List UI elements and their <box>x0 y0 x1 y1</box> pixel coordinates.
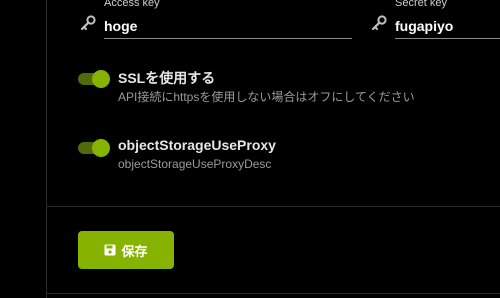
object-storage-settings-page: Access key Secret key SSLを使用する API接続にhtt… <box>0 0 500 298</box>
bottom-divider <box>47 293 500 294</box>
access-key-label: Access key <box>104 0 160 9</box>
panel-border <box>46 0 47 298</box>
section-divider <box>47 206 500 207</box>
toggle-knob <box>92 139 110 157</box>
key-icon <box>371 15 387 31</box>
floppy-disk-icon <box>104 244 116 256</box>
save-button-label: 保存 <box>121 243 148 259</box>
key-icon <box>80 15 96 31</box>
proxy-toggle-description: objectStorageUseProxyDesc <box>118 157 272 171</box>
ssl-toggle-title: SSLを使用する <box>118 70 216 86</box>
ssl-toggle-switch[interactable] <box>78 70 110 88</box>
ssl-toggle-description: API接続にhttpsを使用しない場合はオフにしてください <box>118 90 415 104</box>
access-key-input[interactable] <box>104 14 352 39</box>
proxy-toggle-switch[interactable] <box>78 139 110 157</box>
secret-key-label: Secret key <box>395 0 447 9</box>
save-button[interactable]: 保存 <box>78 231 174 269</box>
secret-key-input[interactable] <box>395 14 500 39</box>
toggle-knob <box>92 70 110 88</box>
proxy-toggle-title: objectStorageUseProxy <box>118 137 276 153</box>
